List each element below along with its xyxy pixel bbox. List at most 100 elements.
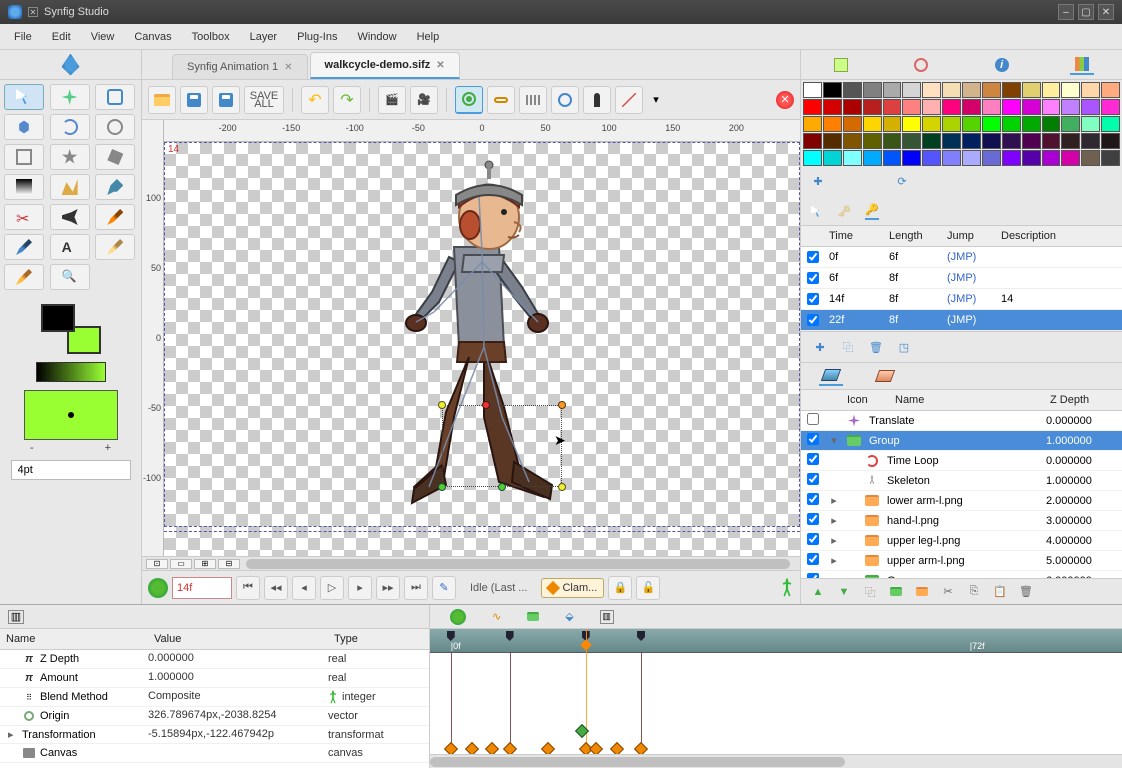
brush-plus[interactable]: + xyxy=(105,442,111,454)
color-swatch[interactable] xyxy=(843,133,862,149)
canvas[interactable]: 14 xyxy=(164,142,800,556)
layer-col-icon[interactable]: Icon xyxy=(843,390,891,410)
color-swatch[interactable] xyxy=(942,99,961,115)
maximize-button[interactable]: ▢ xyxy=(1078,4,1094,20)
color-swatch[interactable] xyxy=(982,150,1001,166)
onion-skins-button[interactable] xyxy=(519,86,547,114)
color-swatch[interactable] xyxy=(863,99,882,115)
param-col-value[interactable]: Value xyxy=(148,629,328,649)
star-tool[interactable] xyxy=(50,144,90,170)
kf-active-checkbox[interactable] xyxy=(807,272,819,284)
seek-last-button[interactable]: ⏭ xyxy=(404,576,428,600)
tl-history-icon[interactable] xyxy=(527,612,539,621)
kf-remove-button[interactable]: 🗑 xyxy=(867,338,885,356)
color-swatch[interactable] xyxy=(902,116,921,132)
menu-edit[interactable]: Edit xyxy=(42,27,81,47)
color-swatch[interactable] xyxy=(863,150,882,166)
timeline-keyframe-marker[interactable] xyxy=(637,631,645,641)
layer-visible-checkbox[interactable] xyxy=(807,413,819,425)
color-swatch[interactable] xyxy=(843,99,862,115)
color-swatch[interactable] xyxy=(823,116,842,132)
tab-info[interactable]: i xyxy=(990,55,1014,75)
waypoint[interactable] xyxy=(444,742,458,754)
tab-library[interactable] xyxy=(1070,55,1094,75)
param-row[interactable]: ▸Transformation -5.15894px,-122.467942pt… xyxy=(0,726,429,744)
gradient-tool[interactable] xyxy=(4,174,44,200)
color-swatch[interactable] xyxy=(1022,99,1041,115)
layer-delete-button[interactable]: 🗑 xyxy=(1017,583,1035,601)
color-swatch[interactable] xyxy=(962,133,981,149)
clamp-button[interactable]: Clam... xyxy=(541,578,604,598)
kf-active-checkbox[interactable] xyxy=(807,251,819,263)
brush-size-input[interactable] xyxy=(11,460,131,480)
tab-sets[interactable] xyxy=(873,366,897,386)
color-swatch[interactable] xyxy=(1061,133,1080,149)
layer-down-button[interactable]: ▼ xyxy=(835,583,853,601)
color-swatch[interactable] xyxy=(922,150,941,166)
scale-tool[interactable] xyxy=(95,84,135,110)
color-swatch[interactable] xyxy=(823,99,842,115)
color-swatch[interactable] xyxy=(863,82,882,98)
tab-navigator[interactable] xyxy=(909,55,933,75)
future-keyframe-button[interactable]: 🔓 xyxy=(636,576,660,600)
fg-bg-swatch[interactable] xyxy=(41,304,101,354)
color-swatch[interactable] xyxy=(902,82,921,98)
layer-paste-button[interactable]: 📋 xyxy=(991,583,1009,601)
layer-visible-checkbox[interactable] xyxy=(807,513,819,525)
move-tool[interactable] xyxy=(50,84,90,110)
color-swatch[interactable] xyxy=(982,116,1001,132)
kf-key-icon[interactable]: 🗝 xyxy=(837,205,851,218)
seek-prev-button[interactable]: ◂ xyxy=(292,576,316,600)
color-swatch[interactable] xyxy=(922,116,941,132)
color-swatch[interactable] xyxy=(1002,116,1021,132)
tl-keyframe-icon[interactable] xyxy=(450,609,466,625)
color-swatch[interactable] xyxy=(1101,133,1120,149)
color-swatch[interactable] xyxy=(1002,133,1021,149)
kf-add-button[interactable]: ✚ xyxy=(811,338,829,356)
kf-col-time[interactable]: Time xyxy=(825,226,885,246)
layer-col-z[interactable]: Z Depth xyxy=(1046,390,1122,410)
color-swatch[interactable] xyxy=(1061,82,1080,98)
color-swatch[interactable] xyxy=(803,150,822,166)
text-tool[interactable] xyxy=(50,234,90,260)
color-swatch[interactable] xyxy=(982,99,1001,115)
color-swatch[interactable] xyxy=(843,150,862,166)
color-swatch[interactable] xyxy=(1061,99,1080,115)
color-swatch[interactable] xyxy=(1042,82,1061,98)
color-swatch[interactable] xyxy=(803,99,822,115)
color-swatch[interactable] xyxy=(1081,99,1100,115)
fg-color[interactable] xyxy=(41,304,75,332)
palette-save-button[interactable] xyxy=(865,172,883,190)
circle-tool[interactable] xyxy=(95,114,135,140)
color-swatch[interactable] xyxy=(1022,82,1041,98)
tl-curves-icon[interactable]: ∿ xyxy=(492,610,501,623)
rotate-tool[interactable] xyxy=(50,114,90,140)
brush-minus[interactable]: - xyxy=(30,442,34,454)
palette-open-button[interactable] xyxy=(837,172,855,190)
brush-tool[interactable] xyxy=(4,264,44,290)
waypoint[interactable] xyxy=(634,742,648,754)
timeline-keyframe-marker[interactable] xyxy=(506,631,514,641)
onion-before-button[interactable] xyxy=(487,86,515,114)
kf-key2-icon[interactable]: 🔑 xyxy=(865,203,879,220)
kf-props-button[interactable]: ◳ xyxy=(895,338,913,356)
color-swatch[interactable] xyxy=(1081,116,1100,132)
layer-group-button[interactable] xyxy=(887,583,905,601)
zoom-100-button[interactable]: ▭ xyxy=(170,559,192,569)
color-swatch[interactable] xyxy=(1061,150,1080,166)
color-swatch[interactable] xyxy=(883,133,902,149)
color-swatch[interactable] xyxy=(1101,82,1120,98)
handle-br[interactable] xyxy=(558,483,566,491)
close-icon[interactable]: ✕ xyxy=(284,62,292,73)
color-swatch[interactable] xyxy=(942,133,961,149)
keyframe-row[interactable]: 14f8f (JMP)14 xyxy=(801,289,1122,310)
menu-toolbox[interactable]: Toolbox xyxy=(182,27,240,47)
seek-prev-kf-button[interactable]: ◂◂ xyxy=(264,576,288,600)
color-swatch[interactable] xyxy=(902,133,921,149)
color-swatch[interactable] xyxy=(1042,150,1061,166)
layer-row[interactable]: ▾ Group1.000000 xyxy=(801,431,1122,451)
timeline-tracks[interactable] xyxy=(430,653,1122,754)
color-swatch[interactable] xyxy=(962,99,981,115)
redo-button[interactable] xyxy=(333,86,361,114)
color-swatch[interactable] xyxy=(1002,150,1021,166)
